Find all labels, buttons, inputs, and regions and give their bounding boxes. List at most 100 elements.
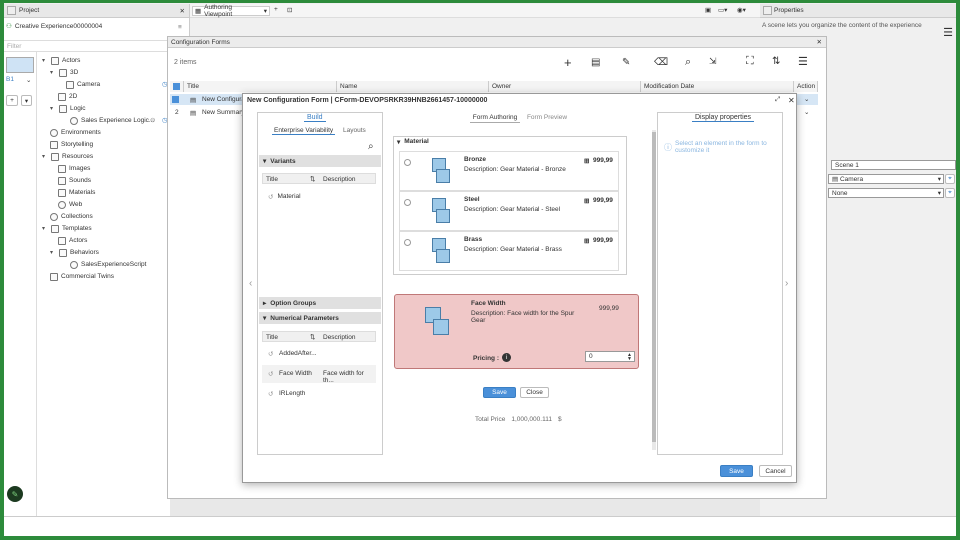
tree-item-web[interactable]: Web (58, 199, 82, 210)
face-width-card[interactable]: Face Width Description: Face width for t… (394, 294, 639, 369)
numerical-col-title[interactable]: Title (266, 334, 278, 341)
expand-icon[interactable]: ▾ (50, 249, 56, 256)
table-row[interactable]: ↺ AddedAfter... (262, 345, 376, 363)
expand-icon[interactable]: ▾ (50, 69, 56, 76)
tab-display-properties[interactable]: Display properties (692, 114, 755, 122)
edit-mode-icon[interactable]: ✎ (7, 486, 23, 502)
table-row[interactable]: ↺ Face Width Face width for th... (262, 365, 376, 384)
variants-col-description[interactable]: Description (323, 176, 356, 183)
inner-save-button[interactable]: Save (483, 387, 516, 398)
tree-item-templates[interactable]: ▾ Templates (42, 223, 92, 234)
menu-icon[interactable]: ☰ (940, 22, 956, 42)
cancel-button[interactable]: Cancel (759, 465, 792, 477)
camera-pick-button[interactable]: ⌖ (945, 174, 955, 184)
close-icon[interactable]: ✕ (788, 96, 795, 105)
sort-icon[interactable]: ⇅ (310, 333, 315, 341)
tree-item-actors[interactable]: ▾ Actors (42, 55, 80, 66)
experience-row[interactable]: ⚇ Creative Experience00000004 (6, 22, 102, 31)
tree-item-sales-script[interactable]: SalesExperienceScript (70, 259, 146, 270)
clipboard-icon[interactable]: ▤ (591, 57, 600, 68)
select-all-checkbox[interactable] (170, 81, 184, 92)
numerical-col-description[interactable]: Description (323, 334, 356, 341)
expand-icon[interactable]: ▾ (42, 225, 48, 232)
expand-icon[interactable]: ▾ (50, 105, 56, 112)
save-button[interactable]: Save (720, 465, 753, 477)
row-checkbox[interactable] (172, 96, 179, 103)
chevron-right-icon[interactable]: › (785, 278, 788, 289)
list-item[interactable]: ↺ Material (268, 193, 301, 201)
tree-item-resources[interactable]: ▾ Resources (42, 151, 93, 162)
search-icon[interactable]: ⌕ (368, 141, 374, 152)
pencil-icon[interactable]: ✎ (622, 57, 630, 68)
list-icon[interactable]: ☰ (798, 55, 808, 68)
row-action-icon[interactable]: ⌄ (804, 95, 809, 103)
camera-view-icon[interactable]: ⊡ (287, 6, 292, 14)
material-card-steel[interactable]: Steel Description: Gear Material - Steel… (399, 191, 619, 231)
tab-layouts[interactable]: Layouts (343, 127, 366, 134)
link-icon[interactable]: ⊖ (150, 116, 155, 124)
scene-thumbnail[interactable] (6, 57, 34, 73)
tree-item-materials[interactable]: Materials (58, 187, 95, 198)
add-icon[interactable]: + (564, 55, 572, 70)
option-groups-header[interactable]: ▸ Option Groups (259, 297, 381, 309)
scene-name-field[interactable]: Scene 1 (831, 160, 956, 170)
close-icon[interactable]: ✕ (180, 7, 185, 15)
tab-enterprise-variability[interactable]: Enterprise Variability (272, 127, 336, 135)
camera-select[interactable]: ▤ Camera ▾ (828, 174, 944, 184)
filter-input[interactable]: Filter (4, 40, 190, 52)
visibility-icon[interactable]: ◉▾ (737, 6, 746, 14)
variants-col-title[interactable]: Title (266, 176, 278, 183)
numerical-parameters-header[interactable]: ▾ Numerical Parameters (259, 312, 381, 324)
variants-header[interactable]: ▾ Variants (259, 155, 381, 167)
close-icon[interactable]: ✕ (817, 38, 822, 46)
material-card-bronze[interactable]: Bronze Description: Gear Material - Bron… (399, 151, 619, 191)
radio-steel[interactable] (404, 199, 411, 206)
expand-icon[interactable]: ▾ (42, 57, 48, 64)
scene-menu-button[interactable]: ▾ (21, 95, 32, 106)
tree-item-storytelling[interactable]: Storytelling (50, 139, 93, 150)
form-scrollbar[interactable] (652, 130, 656, 450)
tree-item-images[interactable]: Images (58, 163, 90, 174)
tree-item-3d[interactable]: ▾ 3D (50, 67, 78, 78)
column-action[interactable]: Action (794, 81, 818, 92)
select-icon[interactable]: ⇲ (709, 56, 717, 67)
radio-bronze[interactable] (404, 159, 411, 166)
tab-form-authoring[interactable]: Form Authoring (470, 112, 520, 123)
material-card-brass[interactable]: Brass Description: Gear Material - Brass… (399, 231, 619, 271)
sort-icon[interactable]: ⇅ (310, 175, 315, 183)
tree-item-collections[interactable]: Collections (50, 211, 93, 222)
row-action-icon[interactable]: ⌄ (804, 108, 809, 116)
tree-item-behaviors[interactable]: ▾ Behaviors (50, 247, 99, 258)
info-icon[interactable]: i (502, 353, 511, 362)
radio-brass[interactable] (404, 239, 411, 246)
search-icon[interactable]: ⌕ (685, 56, 691, 69)
table-row[interactable]: ↺ IRLength (262, 385, 376, 403)
display-icon[interactable]: ▭▾ (718, 6, 727, 14)
expand-icon[interactable]: ▾ (42, 153, 48, 160)
material-section-header[interactable]: ▾ Material (397, 138, 429, 146)
column-name[interactable]: Name (337, 81, 489, 92)
tree-item-logic[interactable]: ▾ Logic (50, 103, 86, 114)
settings-icon[interactable]: ≡ (178, 24, 182, 31)
add-icon[interactable]: + (274, 6, 278, 13)
tab-build[interactable]: Build (304, 114, 326, 122)
inner-close-button[interactable]: Close (520, 387, 549, 398)
column-title[interactable]: Title (184, 81, 337, 92)
chevron-down-icon[interactable]: ⌄ (26, 76, 31, 84)
pricing-input[interactable]: 0 ▲ ▼ (585, 351, 635, 362)
video-icon[interactable]: ▣ (705, 6, 711, 14)
tree-item-sounds[interactable]: Sounds (58, 175, 91, 186)
tree-item-environments[interactable]: Environments (50, 127, 101, 138)
viewpoint-select[interactable]: ▦ Authoring Viewpoint ▾ (192, 4, 270, 18)
tree-item-camera[interactable]: Camera (66, 79, 100, 90)
trash-icon[interactable]: ⌫ (654, 57, 668, 68)
expand-icon[interactable]: ⤢ (775, 96, 780, 104)
column-modification-date[interactable]: Modification Date (641, 81, 794, 92)
tree-item-commercial-twins[interactable]: Commercial Twins (50, 271, 114, 282)
none-pick-button[interactable]: ⌖ (945, 188, 955, 198)
sort-icon[interactable]: ⇅ (772, 56, 780, 67)
fullscreen-icon[interactable]: ⛶ (746, 55, 754, 68)
column-owner[interactable]: Owner (489, 81, 641, 92)
stepper-icon[interactable]: ▲ ▼ (627, 352, 632, 361)
tab-form-preview[interactable]: Form Preview (524, 112, 570, 123)
